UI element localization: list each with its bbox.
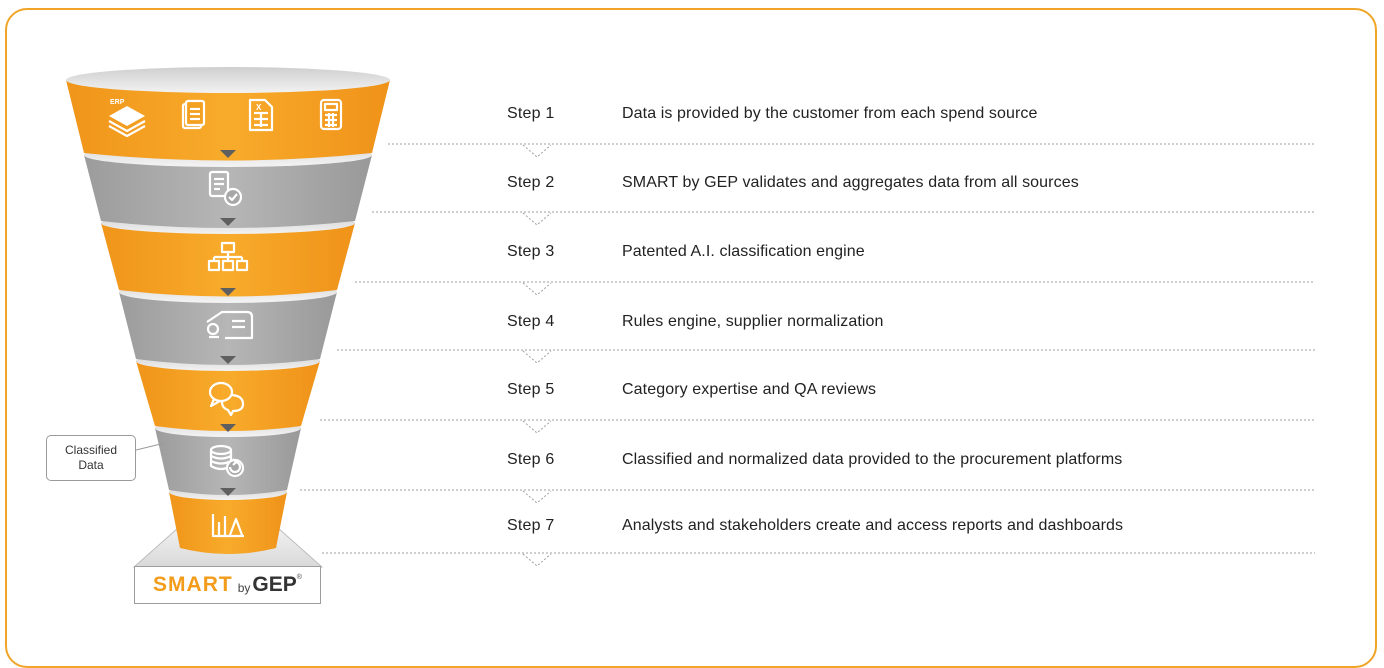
svg-text:X: X <box>256 103 262 112</box>
smart-by-gep-logo: SMART by GEP ® <box>134 566 321 604</box>
step-7-label: Step 7 <box>507 517 555 534</box>
step-3-description: Patented A.I. classification engine <box>622 243 865 260</box>
step-4-description: Rules engine, supplier normalization <box>622 313 884 330</box>
step-dividers <box>300 143 1315 567</box>
step-4-label: Step 4 <box>507 313 555 330</box>
logo-gep-text: GEP <box>252 573 297 596</box>
step-1-description: Data is provided by the customer from ea… <box>622 105 1038 122</box>
step-5-description: Category expertise and QA reviews <box>622 381 877 398</box>
step-2-label: Step 2 <box>507 174 555 191</box>
logo-smart-text: SMART <box>153 573 233 596</box>
step-5-label: Step 5 <box>507 381 555 398</box>
step-2-description: SMART by GEP validates and aggregates da… <box>622 174 1079 191</box>
callout-line-1: Classified <box>64 443 118 457</box>
svg-text:ERP: ERP <box>110 99 125 106</box>
step-1-label: Step 1 <box>507 105 555 122</box>
step-6-description: Classified and normalized data provided … <box>622 451 1123 468</box>
document-icon <box>181 99 206 130</box>
classified-data-callout: Classified Data <box>46 435 136 481</box>
logo-registered-mark: ® <box>296 573 302 581</box>
step-6-label: Step 6 <box>507 451 555 468</box>
callout-line-2: Data <box>78 458 104 472</box>
step-7-description: Analysts and stakeholders create and acc… <box>622 517 1124 534</box>
logo-by-text: by <box>237 581 251 595</box>
step-3-label: Step 3 <box>507 243 555 260</box>
